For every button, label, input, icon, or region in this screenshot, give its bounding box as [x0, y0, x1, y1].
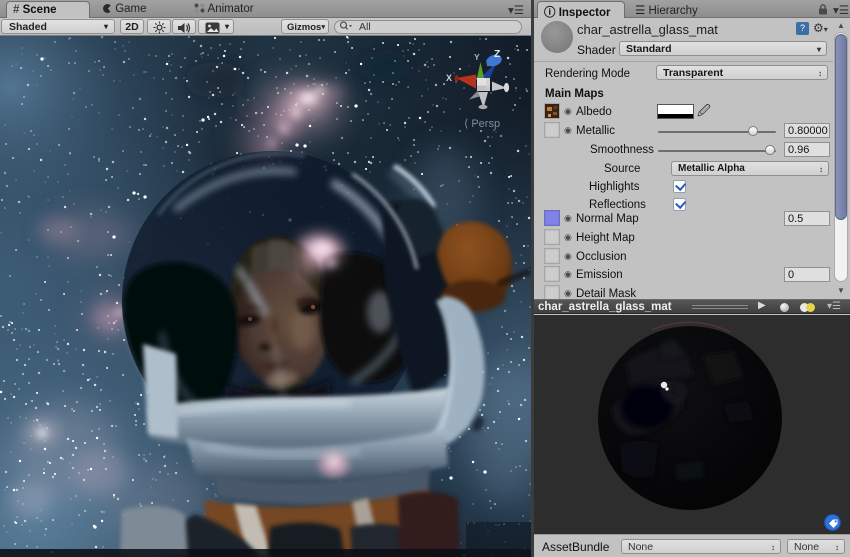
svg-text:Z: Z: [494, 49, 500, 60]
svg-text:Y: Y: [474, 52, 480, 62]
svg-text:⟨ Persp: ⟨ Persp: [464, 118, 500, 130]
svg-text:X: X: [446, 73, 452, 83]
